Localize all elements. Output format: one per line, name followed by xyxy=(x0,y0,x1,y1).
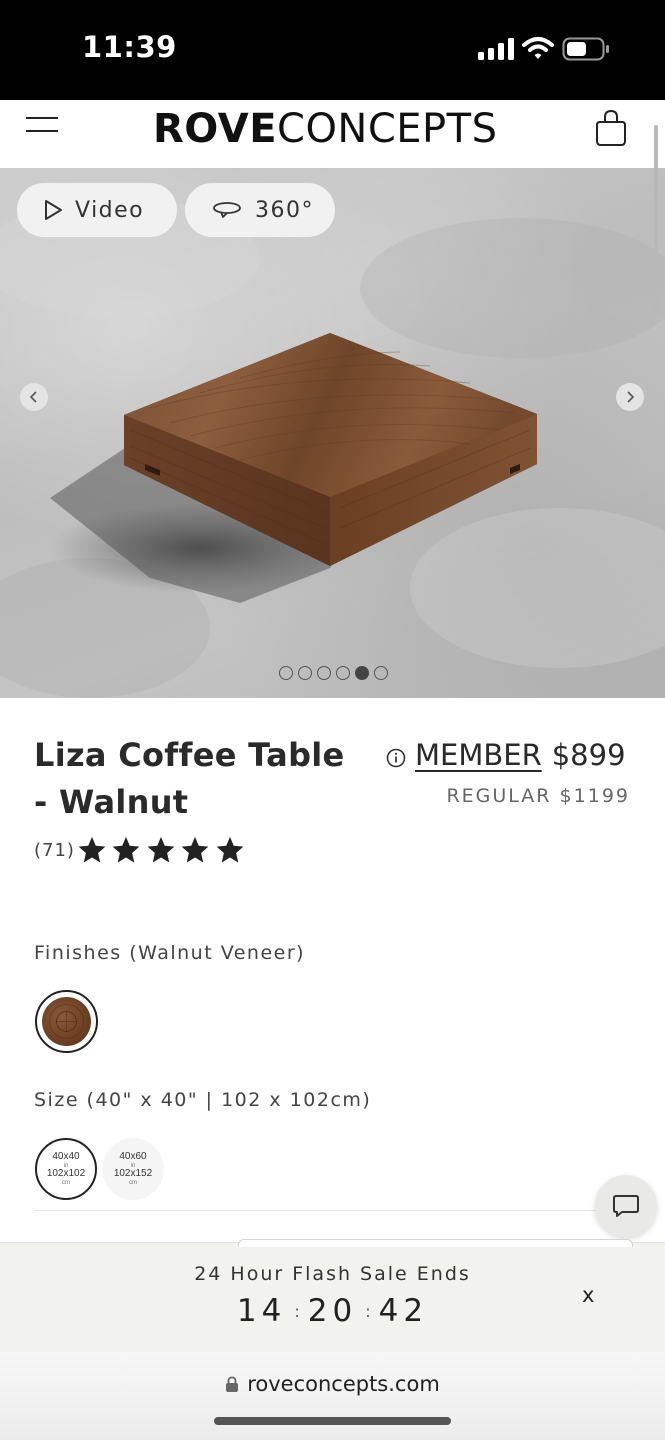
walnut-swatch-image xyxy=(42,997,91,1046)
star-icon xyxy=(113,836,140,863)
product-title: Liza Coffee Table - Walnut xyxy=(34,736,345,821)
wifi-icon xyxy=(522,37,554,59)
product-rating[interactable]: (71) xyxy=(34,835,249,865)
star-icon xyxy=(182,836,209,863)
countdown-hours: 14 xyxy=(236,1293,287,1329)
battery-icon xyxy=(562,37,609,61)
gallery-dot[interactable] xyxy=(279,666,293,680)
site-header: ROVECONCEPTS xyxy=(0,100,665,168)
info-icon[interactable] xyxy=(386,748,406,768)
cellular-signal-icon xyxy=(478,38,514,60)
star-icon xyxy=(147,836,175,863)
product-image xyxy=(0,198,665,698)
chat-button[interactable] xyxy=(595,1175,657,1237)
size-option-dims: 40x60 xyxy=(119,1151,147,1163)
size-option-unit-metric: cm xyxy=(129,1179,137,1186)
browser-bottom-bar: roveconcepts.com xyxy=(0,1352,665,1440)
menu-icon[interactable] xyxy=(26,117,58,139)
address-bar[interactable]: roveconcepts.com xyxy=(0,1372,665,1396)
gallery-dot-active[interactable] xyxy=(355,666,369,680)
size-option-unit-metric: cm xyxy=(62,1179,70,1186)
member-price-row: MEMBER $899 xyxy=(386,735,646,775)
status-bar: 11:39 xyxy=(0,0,665,100)
gallery-next-button[interactable] xyxy=(616,383,644,411)
view-360-label: 360° xyxy=(255,197,314,223)
chevron-left-icon xyxy=(29,391,37,403)
gallery-dot[interactable] xyxy=(317,666,331,680)
rotate-360-icon xyxy=(213,202,241,218)
star-icon xyxy=(216,836,244,863)
star-icon xyxy=(78,836,106,863)
video-button[interactable]: Video xyxy=(17,183,177,237)
flash-sale-close-button[interactable]: x xyxy=(582,1283,594,1307)
status-time: 11:39 xyxy=(82,30,177,64)
countdown-separator: : xyxy=(365,1301,371,1321)
countdown-separator: : xyxy=(294,1301,300,1321)
review-count: (71) xyxy=(34,839,75,861)
size-option-dims-metric: 102x152 xyxy=(113,1168,153,1179)
countdown-seconds: 42 xyxy=(378,1293,429,1329)
product-gallery[interactable]: Video 360° xyxy=(0,168,665,698)
regular-price: REGULAR $1199 xyxy=(446,785,630,807)
chat-icon xyxy=(613,1195,639,1217)
countdown-minutes: 20 xyxy=(307,1293,358,1329)
lock-icon xyxy=(226,1376,239,1392)
video-button-label: Video xyxy=(75,197,145,223)
size-label: Size (40" x 40" | 102 x 102cm) xyxy=(34,1089,372,1111)
section-divider xyxy=(34,1210,631,1211)
flash-sale-title: 24 Hour Flash Sale Ends xyxy=(194,1263,471,1285)
play-icon xyxy=(45,200,62,220)
member-price: $899 xyxy=(551,738,626,772)
gallery-dot[interactable] xyxy=(374,666,388,680)
flash-sale-countdown: 14 : 20 : 42 xyxy=(0,1293,665,1329)
page-scrollbar[interactable] xyxy=(654,125,658,315)
size-option-dims: 40x40 xyxy=(52,1151,80,1163)
gallery-pagination xyxy=(279,666,388,680)
chevron-right-icon xyxy=(627,391,635,403)
shopping-bag-icon[interactable] xyxy=(594,108,628,148)
finishes-label: Finishes (Walnut Veneer) xyxy=(34,942,306,964)
site-logo[interactable]: ROVECONCEPTS xyxy=(153,106,498,152)
size-option-dims-metric: 102x102 xyxy=(46,1168,86,1179)
member-link[interactable]: MEMBER xyxy=(415,738,542,772)
size-option-40x40[interactable]: 40x40 in 102x102 cm xyxy=(35,1138,97,1200)
finish-swatch-walnut[interactable] xyxy=(35,990,98,1053)
view-360-button[interactable]: 360° xyxy=(185,183,335,237)
url-text: roveconcepts.com xyxy=(247,1372,440,1396)
home-indicator[interactable] xyxy=(214,1417,451,1425)
flash-sale-banner: 24 Hour Flash Sale Ends 14 : 20 : 42 x xyxy=(0,1239,665,1352)
gallery-dot[interactable] xyxy=(298,666,312,680)
size-option-40x60[interactable]: 40x60 in 102x152 cm xyxy=(102,1138,164,1200)
add-to-cart-peek xyxy=(238,1239,633,1247)
gallery-dot[interactable] xyxy=(336,666,350,680)
gallery-prev-button[interactable] xyxy=(20,383,48,411)
